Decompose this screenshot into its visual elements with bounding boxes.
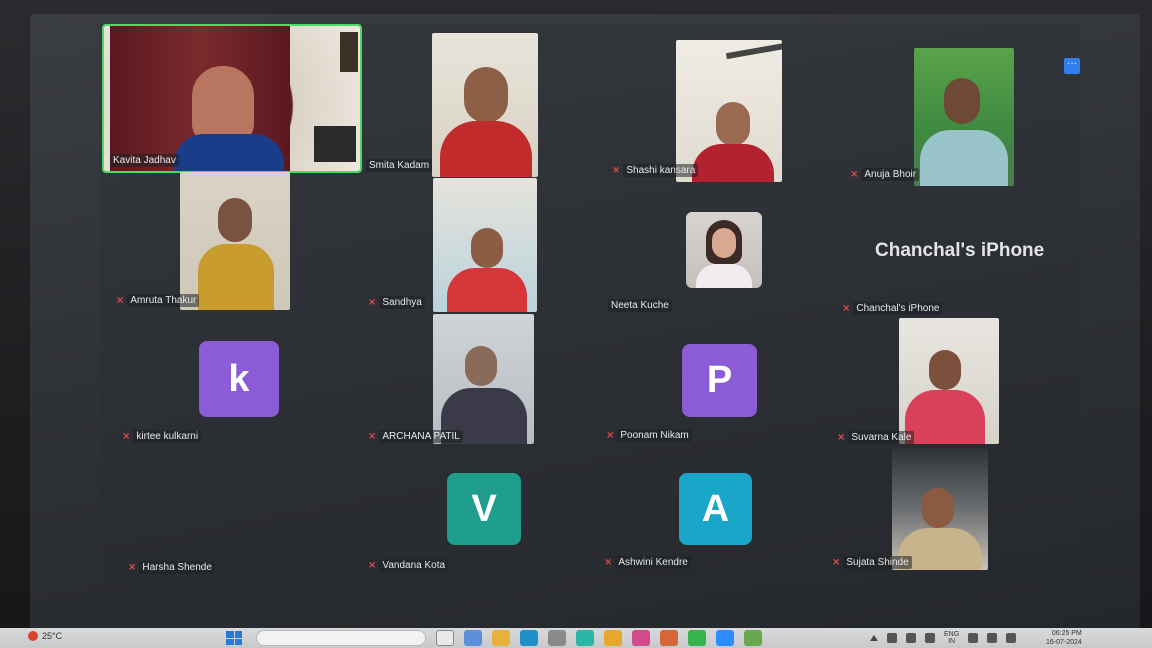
chat-icon[interactable]	[464, 630, 482, 646]
video-tile-neeta[interactable]	[686, 212, 762, 288]
zoom-icon[interactable]	[716, 630, 734, 646]
language-indicator[interactable]: ENG IN	[944, 631, 959, 645]
avatar-poonam[interactable]: P	[682, 344, 757, 417]
mic-muted-icon: ⨯	[604, 557, 613, 568]
more-options-button[interactable]: ···	[1064, 58, 1080, 74]
weather-icon	[28, 631, 38, 641]
cloud-icon[interactable]	[887, 633, 897, 643]
instagram-icon[interactable]	[632, 630, 650, 646]
mic-muted-icon: ⨯	[128, 562, 137, 573]
language-region: IN	[948, 638, 956, 645]
clock-date: 16-07-2024	[1046, 639, 1082, 646]
app-icon-green[interactable]	[744, 630, 762, 646]
name-label-chanchal: ⨯ Chanchal's iPhone	[842, 302, 943, 315]
chevron-up-icon[interactable]	[870, 635, 878, 641]
video-tile-archana[interactable]	[433, 314, 534, 444]
name-label-poonam: ⨯ Poonam Nikam	[606, 429, 692, 442]
name-label-harsha: ⨯ Harsha Shende	[128, 561, 215, 574]
mic-muted-icon: ⨯	[837, 432, 846, 443]
name-label-suvarna: ⨯ Suvarna Kale	[837, 431, 915, 444]
participant-device-name: Chanchal's iPhone	[875, 240, 1045, 261]
clock[interactable]: 06:25 PM 16-07-2024	[1046, 629, 1082, 647]
search-box[interactable]	[256, 630, 426, 646]
video-tile-kavita[interactable]	[102, 24, 362, 173]
name-label-archana: ⨯ ARCHANA PATIL	[368, 430, 463, 443]
weather-widget[interactable]: 25°C	[28, 631, 62, 641]
name-label-kavita: Kavita Jadhav	[110, 154, 179, 167]
mic-muted-icon: ⨯	[368, 431, 377, 442]
volume-icon[interactable]	[987, 633, 998, 643]
mic-muted-icon: ⨯	[122, 431, 131, 442]
video-tile-sandhya[interactable]	[433, 178, 537, 312]
video-tile-smita[interactable]	[432, 33, 538, 177]
name-label-amruta: ⨯ Amruta Thakur	[116, 294, 200, 307]
video-tile-anuja[interactable]	[914, 48, 1014, 186]
app-icon-teal[interactable]	[576, 630, 594, 646]
mic-muted-icon: ⨯	[368, 560, 377, 571]
task-view-icon[interactable]	[436, 630, 454, 646]
mic-muted-icon: ⨯	[116, 295, 125, 306]
file-explorer-icon[interactable]	[492, 630, 510, 646]
name-label-anuja: ⨯ Anuja Bhoir	[850, 168, 920, 181]
taskbar: 25°C ENG IN 06:25 PM 16-07-2024	[0, 628, 1152, 648]
avatar-vandana[interactable]: V	[447, 473, 521, 545]
app-icon-orange[interactable]	[660, 630, 678, 646]
video-tile-shashi[interactable]	[676, 40, 782, 182]
name-label-neeta: Neeta Kuche	[608, 299, 672, 312]
battery-icon[interactable]	[1006, 633, 1017, 643]
whatsapp-icon[interactable]	[688, 630, 706, 646]
mic-muted-icon: ⨯	[606, 430, 615, 441]
mic-icon[interactable]	[925, 633, 935, 643]
name-label-sandhya: ⨯ Sandhya	[368, 296, 425, 309]
mic-muted-icon: ⨯	[368, 297, 377, 308]
store-icon[interactable]	[548, 630, 566, 646]
start-button[interactable]	[226, 631, 242, 645]
name-label-vandana: ⨯ Vandana Kota	[368, 559, 449, 572]
mic-muted-icon: ⨯	[850, 169, 859, 180]
chrome-icon[interactable]	[604, 630, 622, 646]
avatar-kirtee[interactable]: k	[199, 341, 279, 417]
name-label-sujata: ⨯ Sujata Shinde	[832, 556, 912, 569]
mic-muted-icon: ⨯	[612, 165, 621, 176]
name-label-shashi: ⨯ Shashi kansara	[612, 164, 699, 177]
name-label-smita: Smita Kadam	[366, 159, 433, 172]
mic-muted-icon: ⨯	[842, 303, 851, 314]
language-code: ENG	[944, 631, 960, 638]
clock-time: 06:25 PM	[1051, 630, 1082, 637]
video-tile-amruta[interactable]	[180, 172, 290, 310]
edge-icon[interactable]	[520, 630, 538, 646]
video-tile-sujata[interactable]	[892, 448, 988, 570]
temperature: 25°C	[42, 631, 63, 641]
pinned-apps	[436, 630, 762, 646]
sync-icon[interactable]	[906, 633, 916, 643]
wifi-icon[interactable]	[968, 633, 979, 643]
avatar-ashwini[interactable]: A	[679, 473, 752, 545]
video-tile-suvarna[interactable]	[899, 318, 999, 444]
system-tray: ENG IN	[870, 631, 1017, 645]
name-label-kirtee: ⨯ kirtee kulkarni	[122, 430, 202, 443]
mic-muted-icon: ⨯	[832, 557, 841, 568]
name-label-ashwini: ⨯ Ashwini Kendre	[604, 556, 691, 569]
